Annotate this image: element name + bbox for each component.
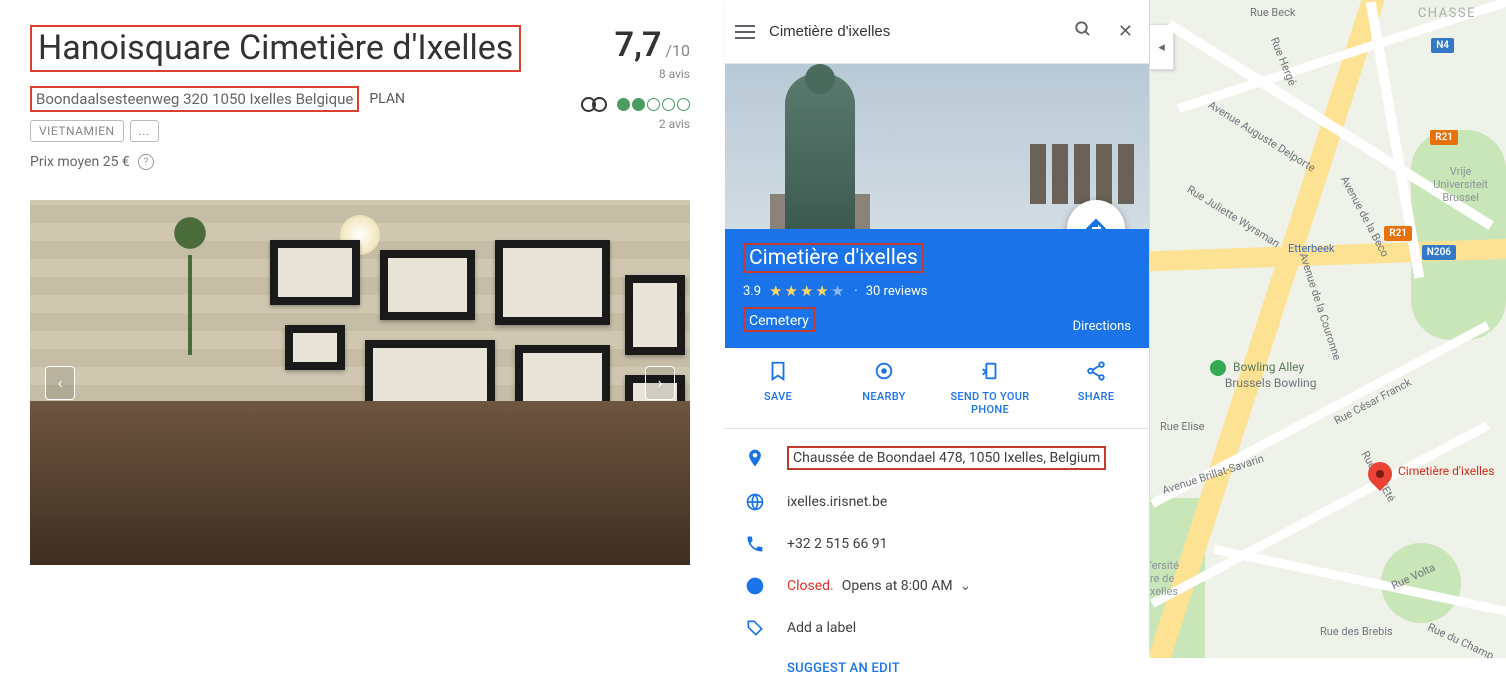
road-shield: R21 bbox=[1384, 226, 1412, 241]
photo-carousel: ☆ ‹ › bbox=[30, 200, 690, 565]
search-icon[interactable] bbox=[1068, 20, 1098, 43]
rating-block: 7,7/10 8 avis 2 avis bbox=[579, 25, 690, 131]
carousel-next-button[interactable]: › bbox=[645, 366, 675, 400]
add-label-text: Add a label bbox=[787, 620, 856, 636]
street-label: Rue Juliette Wyrsman bbox=[1185, 183, 1282, 250]
place-name: Cimetière d'ixelles bbox=[749, 246, 918, 270]
share-button[interactable]: SHARE bbox=[1043, 360, 1149, 416]
road-shield: R21 bbox=[1430, 130, 1458, 145]
action-bar: SAVE NEARBY SEND TO YOUR PHONE SHARE bbox=[725, 348, 1149, 429]
hamburger-menu-icon[interactable] bbox=[735, 25, 755, 39]
map-pin[interactable]: Cimetière d'ixelles bbox=[1368, 462, 1392, 496]
poi-bowling[interactable]: Bowling Alley Brussels Bowling bbox=[1210, 360, 1316, 390]
street-label: Avenue de la Couronne bbox=[1297, 251, 1344, 362]
add-label-row[interactable]: Add a label bbox=[725, 607, 1149, 649]
area-label: CHASSE bbox=[1418, 6, 1476, 21]
restaurant-title: Hanoisquare Cimetière d'Ixelles bbox=[32, 27, 519, 70]
place-header: Cimetière d'ixelles 3.9 ★★★★★ · 30 revie… bbox=[725, 229, 1149, 348]
chevron-down-icon: ⌄ bbox=[960, 578, 972, 594]
suggest-edit-link[interactable]: SUGGEST AN EDIT bbox=[725, 649, 1149, 688]
tripadvisor-dots bbox=[617, 98, 690, 111]
rating-max: /10 bbox=[665, 41, 690, 60]
restaurant-address: Boondaalsesteenweg 320 1050 Ixelles Belg… bbox=[30, 86, 359, 112]
google-maps-panel: ✕ Cimetière d'ixelles 3.9 ★★★★★ · 30 rev… bbox=[725, 0, 1150, 655]
place-website: ixelles.irisnet.be bbox=[787, 494, 887, 510]
carousel-prev-button[interactable]: ‹ bbox=[45, 366, 75, 400]
directions-label: Directions bbox=[1073, 319, 1131, 334]
maps-search-bar: ✕ bbox=[725, 0, 1149, 64]
place-photo[interactable] bbox=[725, 64, 1149, 229]
restaurant-panel: 7,7/10 8 avis 2 avis Hanoisquare Cimetiè… bbox=[30, 25, 690, 565]
etterbeek-label[interactable]: Etterbeek bbox=[1288, 242, 1334, 255]
road-shield: N4 bbox=[1431, 38, 1454, 53]
restaurant-title-highlight: Hanoisquare Cimetière d'Ixelles bbox=[30, 25, 521, 72]
tripadvisor-count: 2 avis bbox=[579, 117, 690, 131]
star-icons: ★★★★★ bbox=[769, 282, 846, 300]
search-input[interactable] bbox=[769, 23, 1054, 40]
map-canvas[interactable]: ◂ CHASSE N4 R21 R21 N206 Rue Beck Rue He… bbox=[1150, 0, 1506, 658]
save-button[interactable]: SAVE bbox=[725, 360, 831, 416]
phone-row[interactable]: +32 2 515 66 91 bbox=[725, 523, 1149, 565]
street-label: Rue Elise bbox=[1160, 420, 1205, 433]
rating-score: 7,7 bbox=[615, 25, 662, 65]
hours-row[interactable]: Closed. Opens at 8:00 AM ⌄ bbox=[725, 565, 1149, 607]
poi-ulb: 'ersitére dexelles bbox=[1150, 559, 1179, 598]
restaurant-photo[interactable] bbox=[30, 200, 690, 565]
place-rating: 3.9 bbox=[743, 284, 761, 299]
price-help-icon[interactable]: ? bbox=[138, 154, 154, 170]
place-details: Chaussée de Boondael 478, 1050 Ixelles, … bbox=[725, 429, 1149, 694]
closed-label: Closed. bbox=[787, 578, 834, 594]
street-label: Rue du Champ bbox=[1425, 621, 1495, 658]
tripadvisor-row bbox=[579, 95, 690, 113]
close-icon[interactable]: ✕ bbox=[1112, 21, 1139, 42]
review-count: 8 avis bbox=[579, 67, 690, 81]
tripadvisor-owl-icon bbox=[579, 95, 609, 113]
street-label: Rue des Brebis bbox=[1320, 625, 1393, 638]
place-address: Chaussée de Boondael 478, 1050 Ixelles, … bbox=[787, 446, 1106, 470]
road-shield: N206 bbox=[1422, 245, 1456, 260]
cuisine-tag[interactable]: VIETNAMIEN bbox=[30, 120, 124, 142]
address-row[interactable]: Chaussée de Boondael 478, 1050 Ixelles, … bbox=[725, 435, 1149, 481]
place-phone: +32 2 515 66 91 bbox=[787, 536, 888, 552]
map-pin-label: Cimetière d'ixelles bbox=[1398, 464, 1495, 478]
more-tags[interactable]: ... bbox=[130, 120, 159, 142]
nearby-button[interactable]: NEARBY bbox=[831, 360, 937, 416]
street-label: Rue Beck bbox=[1250, 6, 1295, 19]
average-price: Prix moyen 25 € bbox=[30, 154, 130, 170]
place-category: Cemetery bbox=[749, 313, 809, 329]
opens-label: Opens at 8:00 AM bbox=[842, 578, 953, 594]
plan-link[interactable]: PLAN bbox=[369, 91, 405, 107]
send-to-phone-button[interactable]: SEND TO YOUR PHONE bbox=[937, 360, 1043, 416]
place-review-count[interactable]: 30 reviews bbox=[866, 284, 928, 299]
website-row[interactable]: ixelles.irisnet.be bbox=[725, 481, 1149, 523]
poi-vub[interactable]: VrijeUniversiteitBrussel bbox=[1433, 165, 1488, 204]
